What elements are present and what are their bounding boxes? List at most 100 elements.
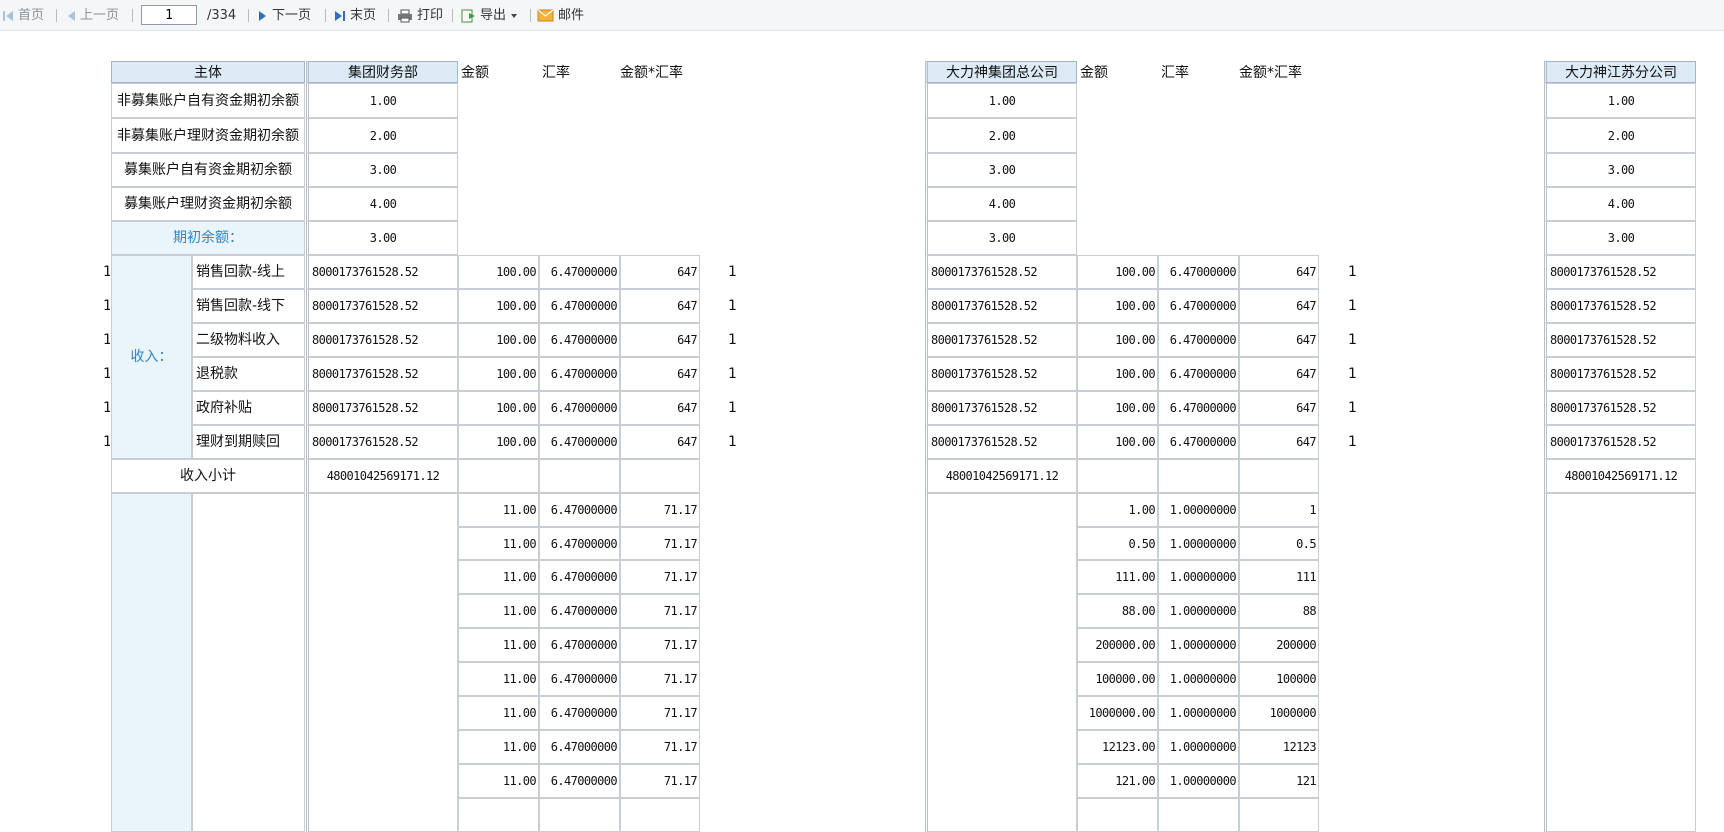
opening-total-value: 3.00 [925,221,1077,255]
expense-row-amount [458,798,539,832]
expense-row-amount: 11.00 [458,764,539,798]
expense-row-amount: 1.00 [1077,493,1158,527]
income-row-count: 1 [728,434,737,450]
expense-row-product: 1000000 [1239,696,1319,730]
income-row-amount: 100.00 [1077,323,1158,357]
export-button[interactable]: 导出 [461,0,518,31]
opening-row-value: 4.00 [306,187,458,221]
total-pages-label: /334 [207,8,237,23]
income-row-product: 647 [1239,289,1319,323]
first-page-button[interactable]: 首页 [2,0,44,31]
income-row-amount: 100.00 [458,357,539,391]
expense-row-product: 111 [1239,560,1319,594]
income-row-value: 8000173761528.52 [1544,391,1696,425]
empty-cell [1239,459,1319,493]
opening-row-value: 3.00 [925,153,1077,187]
expense-row-product: 71.17 [620,696,700,730]
last-page-label: 末页 [350,8,377,23]
income-row-value: 8000173761528.52 [306,289,458,323]
opening-row-value: 2.00 [925,118,1077,153]
expense-row-product: 71.17 [620,560,700,594]
income-row-value: 8000173761528.52 [306,255,458,289]
report-toolbar: 首页 上一页 /334 下一页 末页 打印 导出 邮件 [0,0,1724,31]
opening-row-value: 3.00 [1544,153,1696,187]
income-row-count: 1 [1348,366,1357,382]
expense-row-amount: 11.00 [458,594,539,628]
empty-cell [458,459,539,493]
income-row-value: 8000173761528.52 [1544,323,1696,357]
empty-cell [1158,459,1239,493]
income-row-amount: 100.00 [1077,289,1158,323]
income-subtotal-label: 收入小计 [111,459,305,493]
printer-icon [398,9,412,22]
income-row-count: 1 [1348,332,1357,348]
income-group-label: 收入： [111,255,192,459]
income-row-amount: 100.00 [1077,357,1158,391]
expense-row-rate: 1.00000000 [1158,527,1239,560]
income-row-rate: 6.47000000 [1158,289,1239,323]
income-row-product: 647 [1239,425,1319,459]
export-icon [461,9,475,23]
income-row-amount: 100.00 [458,289,539,323]
print-button[interactable]: 打印 [397,0,443,31]
expense-row-rate: 1.00000000 [1158,493,1239,527]
entity-header: 大力神集团总公司 [925,61,1077,83]
expense-row-rate: 1.00000000 [1158,560,1239,594]
income-row-value: 8000173761528.52 [925,289,1077,323]
opening-row-label: 非募集账户自有资金期初余额 [111,83,305,118]
income-row-label: 退税款 [192,357,305,391]
print-label: 打印 [417,8,444,23]
income-row-product: 647 [1239,391,1319,425]
expense-row-product: 88 [1239,594,1319,628]
expense-row-product: 71.17 [620,764,700,798]
last-page-button[interactable]: 末页 [334,0,376,31]
income-row-label: 政府补贴 [192,391,305,425]
export-label: 导出 [480,8,507,23]
expense-entity-column [1544,493,1696,832]
expense-row-product: 71.17 [620,730,700,764]
expense-row-product: 0.5 [1239,527,1319,560]
amount-column-header: 金额 [461,65,489,81]
expense-row-amount: 11.00 [458,527,539,560]
income-row-rate: 6.47000000 [1158,391,1239,425]
income-row-count: 1 [728,298,737,314]
income-row-value: 8000173761528.52 [1544,357,1696,391]
expense-row-product [620,798,700,832]
income-row-amount: 100.00 [458,323,539,357]
prev-page-button[interactable]: 上一页 [66,0,119,31]
expense-row-product: 12123 [1239,730,1319,764]
opening-row-value: 1.00 [306,83,458,118]
income-row-count: 1 [728,366,737,382]
toolbar-separator [132,9,133,22]
income-row-count: 1 [1348,264,1357,280]
expense-row-product: 1 [1239,493,1319,527]
expense-row-rate: 6.47000000 [539,560,620,594]
income-row-marker: 1 [103,366,110,382]
income-row-rate: 6.47000000 [539,323,620,357]
rate-column-header: 汇率 [1161,65,1189,81]
income-row-rate: 6.47000000 [1158,255,1239,289]
income-subtotal-value: 48001042569171.12 [306,459,458,493]
next-page-button[interactable]: 下一页 [258,0,311,31]
toolbar-separator [530,9,531,22]
income-row-product: 647 [620,255,700,289]
income-row-marker: 1 [103,264,110,280]
opening-total-value: 3.00 [1544,221,1696,255]
expense-row-amount: 11.00 [458,730,539,764]
income-row-value: 8000173761528.52 [306,391,458,425]
subject-header: 主体 [111,61,305,83]
income-row-count: 1 [1348,298,1357,314]
income-row-value: 8000173761528.52 [925,255,1077,289]
page-number-input[interactable] [141,5,197,25]
prev-page-icon [68,10,75,21]
entity-header: 大力神江苏分公司 [1544,61,1696,83]
next-page-icon [259,10,266,21]
expense-group-label [111,493,192,832]
income-row-value: 8000173761528.52 [306,425,458,459]
expense-row-rate [1158,798,1239,832]
mail-button[interactable]: 邮件 [537,0,584,31]
expense-row-product: 200000 [1239,628,1319,662]
toolbar-separator [248,9,249,22]
income-row-count: 1 [1348,434,1357,450]
opening-total-value: 3.00 [306,221,458,255]
